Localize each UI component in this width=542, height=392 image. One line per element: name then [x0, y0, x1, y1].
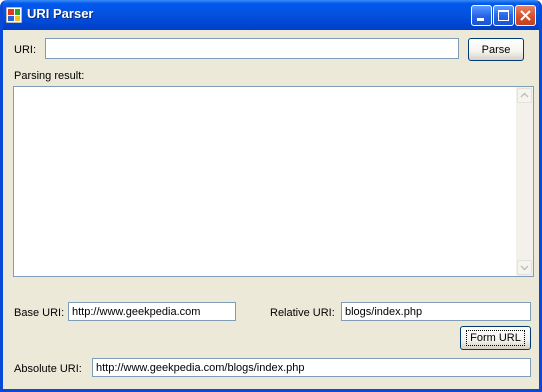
- scroll-down-button[interactable]: [517, 260, 532, 275]
- uri-input[interactable]: [45, 38, 459, 59]
- maximize-button[interactable]: [493, 5, 514, 26]
- scroll-down-icon: [520, 265, 529, 271]
- uri-label: URI:: [14, 44, 36, 56]
- scroll-up-button[interactable]: [517, 88, 532, 103]
- title-bar[interactable]: URI Parser: [3, 0, 539, 30]
- parse-button[interactable]: Parse: [468, 38, 524, 61]
- absolute-uri-input[interactable]: [92, 358, 531, 377]
- maximize-icon: [498, 10, 509, 21]
- close-icon: [520, 10, 531, 21]
- scroll-up-icon: [520, 92, 529, 98]
- relative-uri-label: Relative URI:: [270, 307, 335, 319]
- minimize-icon: [477, 18, 484, 21]
- vertical-scrollbar[interactable]: [516, 87, 533, 276]
- window-title: URI Parser: [27, 6, 94, 21]
- uri-parser-window: URI Parser URI: Parse Parsing result: Ba…: [0, 0, 542, 392]
- parsing-result-textarea[interactable]: [13, 86, 534, 277]
- base-uri-label: Base URI:: [14, 307, 65, 319]
- app-icon: [6, 7, 22, 23]
- minimize-button[interactable]: [471, 5, 492, 26]
- relative-uri-input[interactable]: [341, 302, 531, 321]
- parsing-result-label: Parsing result:: [14, 70, 85, 82]
- form-url-button-label: Form URL: [466, 330, 525, 346]
- form-url-button[interactable]: Form URL: [460, 326, 531, 350]
- parse-button-label: Parse: [481, 43, 511, 56]
- absolute-uri-label: Absolute URI:: [14, 363, 82, 375]
- base-uri-input[interactable]: [68, 302, 236, 321]
- close-button[interactable]: [515, 5, 536, 26]
